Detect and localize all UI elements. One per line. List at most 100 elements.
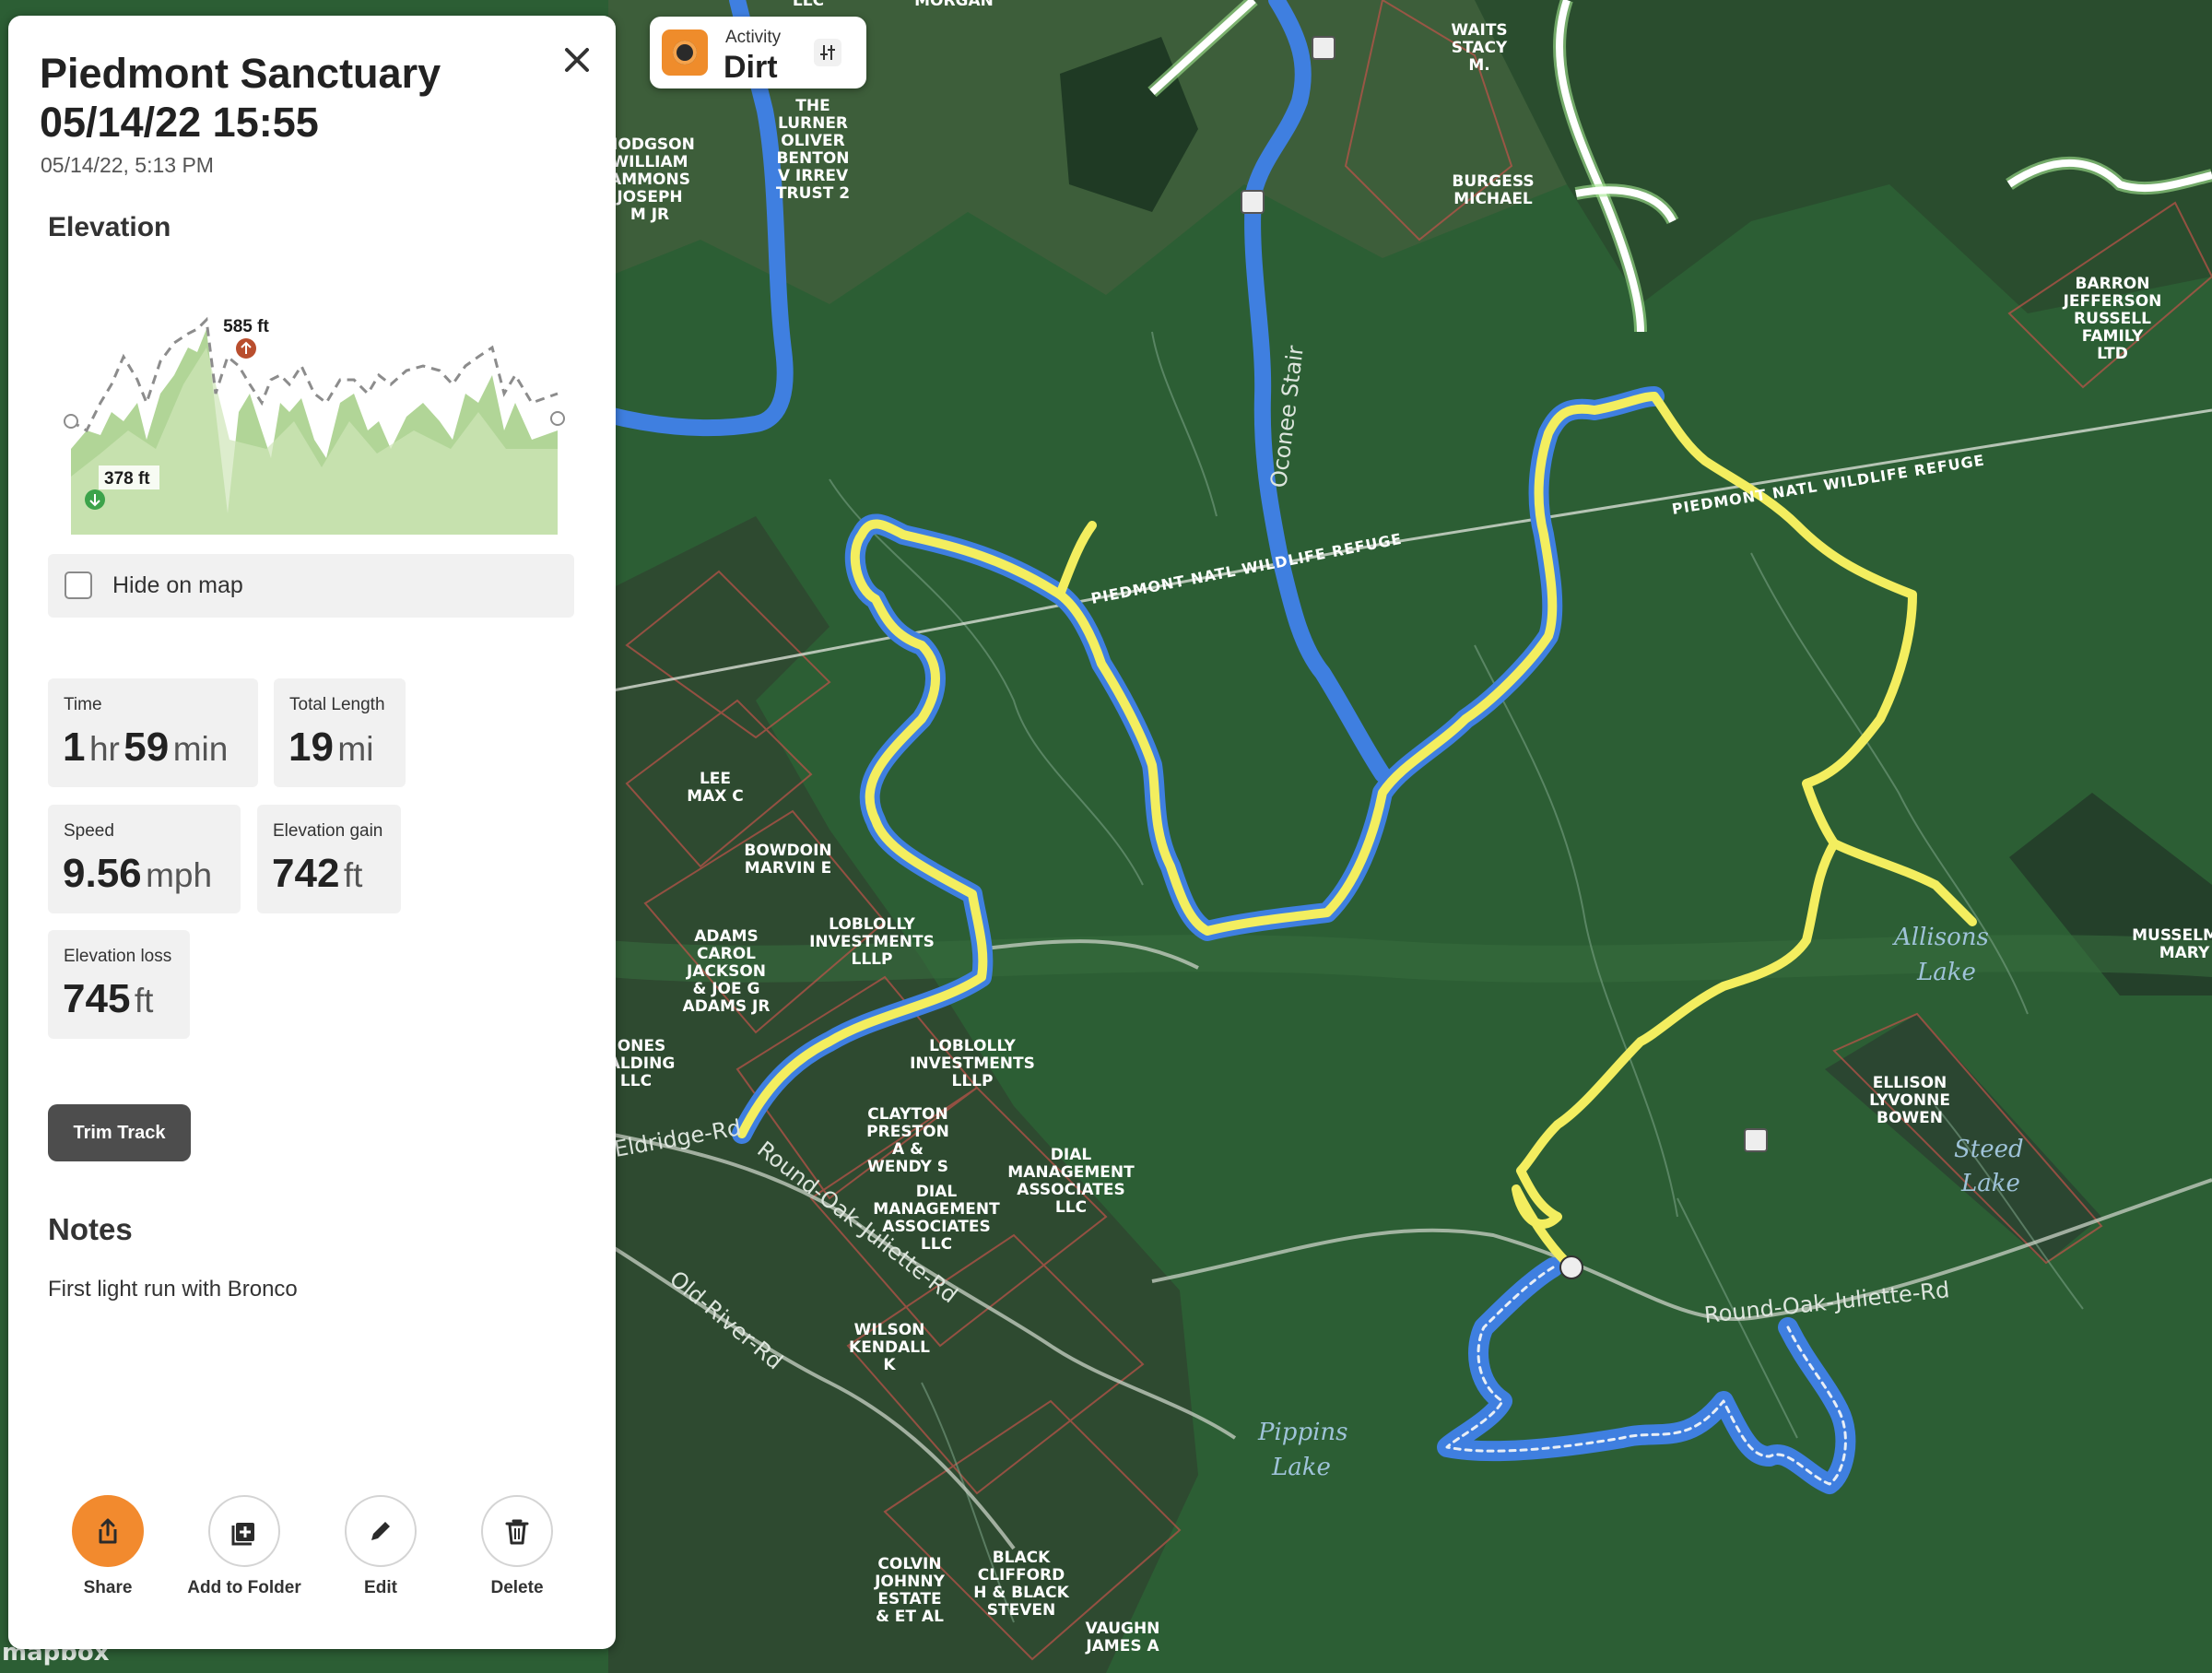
svg-text:MICHAEL: MICHAEL: [1453, 190, 1533, 208]
waypoint-marker[interactable]: [1744, 1128, 1768, 1152]
svg-text:CLAYTON: CLAYTON: [867, 1105, 947, 1124]
info-marker[interactable]: [1559, 1255, 1583, 1279]
adjust-icon[interactable]: [814, 39, 841, 66]
svg-text:CAROL: CAROL: [697, 945, 756, 963]
add-to-folder-icon: [208, 1495, 280, 1567]
svg-text:LOBLOLLY: LOBLOLLY: [929, 1037, 1016, 1055]
track-detail-panel: Piedmont Sanctuary 05/14/22 15:55 05/14/…: [8, 16, 616, 1649]
stat-elevation-gain-label: Elevation gain: [273, 821, 383, 841]
hide-on-map-toggle[interactable]: Hide on map: [48, 554, 574, 618]
svg-text:STACY: STACY: [1452, 39, 1508, 57]
svg-text:ASSOCIATES: ASSOCIATES: [882, 1218, 990, 1236]
trash-icon: [481, 1495, 553, 1567]
svg-text:H & BLACK: H & BLACK: [973, 1584, 1069, 1602]
svg-text:JOSEPH: JOSEPH: [616, 188, 682, 206]
svg-text:OLIVER: OLIVER: [781, 132, 844, 150]
stat-total-length-value: 19 mi: [288, 725, 373, 771]
stat-elevation-loss: Elevation loss 745 ft: [48, 930, 190, 1039]
svg-text:A &: A &: [892, 1140, 924, 1159]
stat-elevation-gain-value: 742 ft: [272, 851, 362, 897]
stat-speed-number: 9.56: [63, 851, 142, 896]
svg-text:K: K: [883, 1356, 896, 1374]
svg-text:Pippins: Pippins: [1257, 1419, 1348, 1446]
activity-label: Activity: [725, 28, 782, 47]
stat-speed: Speed 9.56 mph: [48, 805, 241, 913]
stat-speed-value: 9.56 mph: [63, 851, 212, 897]
svg-text:HODGSON: HODGSON: [605, 135, 695, 154]
stat-speed-label: Speed: [64, 821, 114, 841]
svg-text:LEE: LEE: [700, 770, 731, 788]
svg-text:PRESTON: PRESTON: [866, 1123, 949, 1141]
max-elevation-label: 585 ft: [223, 317, 269, 336]
elevation-profile-chart[interactable]: 585 ft 378 ft: [45, 292, 580, 550]
stat-total-length-number: 19: [288, 725, 334, 770]
svg-text:BENTON: BENTON: [776, 149, 849, 168]
activity-selector[interactable]: Activity Dirt: [650, 17, 866, 88]
svg-text:LLLP: LLLP: [952, 1072, 994, 1090]
svg-text:ELLISON: ELLISON: [1873, 1074, 1947, 1092]
stat-speed-unit: mph: [146, 856, 213, 894]
hide-on-map-checkbox[interactable]: [65, 571, 92, 599]
stat-elevation-gain-unit: ft: [343, 856, 363, 894]
pencil-icon: [345, 1495, 417, 1567]
svg-text:JAMES A: JAMES A: [1085, 1637, 1159, 1655]
activity-icon: [662, 29, 708, 76]
svg-text:JOHNNY: JOHNNY: [874, 1573, 945, 1591]
end-marker: [550, 411, 565, 426]
svg-text:LLC: LLC: [1055, 1198, 1087, 1217]
svg-text:BARRON: BARRON: [2076, 275, 2150, 293]
svg-text:M JR: M JR: [630, 206, 669, 224]
svg-text:LLC: LLC: [793, 0, 824, 10]
edit-button[interactable]: Edit: [321, 1495, 441, 1598]
waypoint-marker[interactable]: [1241, 190, 1265, 214]
notes-heading: Notes: [48, 1212, 133, 1246]
svg-text:LLLP: LLLP: [852, 950, 893, 969]
svg-text:BURGESS: BURGESS: [1452, 172, 1534, 191]
waypoint-marker[interactable]: [1312, 36, 1335, 60]
max-elevation-marker: [236, 338, 256, 359]
trim-track-button[interactable]: Trim Track: [48, 1104, 191, 1161]
svg-text:MAX C: MAX C: [687, 787, 744, 806]
svg-text:INVESTMENTS: INVESTMENTS: [910, 1054, 1035, 1073]
edit-label: Edit: [364, 1578, 397, 1597]
svg-text:AMMONS: AMMONS: [609, 171, 690, 189]
svg-text:INVESTMENTS: INVESTMENTS: [809, 933, 935, 951]
add-to-folder-button[interactable]: Add to Folder: [184, 1495, 304, 1598]
share-icon: [72, 1495, 144, 1567]
hide-on-map-label: Hide on map: [112, 572, 243, 598]
svg-text:V IRREV: V IRREV: [778, 167, 849, 185]
svg-text:MANAGEMENT: MANAGEMENT: [1007, 1163, 1135, 1182]
stat-elevation-loss-value: 745 ft: [63, 976, 153, 1022]
svg-text:MARVIN E: MARVIN E: [745, 859, 831, 878]
svg-text:M.: M.: [1468, 56, 1489, 75]
svg-text:ASSOCIATES: ASSOCIATES: [1017, 1181, 1124, 1199]
svg-text:BLACK: BLACK: [993, 1549, 1051, 1567]
close-button[interactable]: [559, 41, 595, 78]
svg-text:LLC: LLC: [620, 1072, 652, 1090]
svg-text:WAITS: WAITS: [1451, 21, 1507, 40]
svg-text:& ET AL: & ET AL: [876, 1608, 944, 1626]
stat-elevation-loss-label: Elevation loss: [64, 947, 172, 966]
delete-button[interactable]: Delete: [457, 1495, 577, 1598]
stat-time: Time 1 hr 59 min: [48, 678, 258, 787]
share-button[interactable]: Share: [48, 1495, 168, 1598]
svg-text:BOWEN: BOWEN: [1877, 1109, 1943, 1127]
svg-text:COLVIN: COLVIN: [877, 1555, 941, 1573]
svg-text:WILSON: WILSON: [854, 1321, 925, 1339]
svg-text:ADAMS JR: ADAMS JR: [683, 997, 771, 1016]
svg-text:THE: THE: [795, 97, 830, 115]
elevation-heading: Elevation: [48, 212, 171, 242]
min-elevation-marker: [85, 489, 105, 510]
stat-elevation-loss-unit: ft: [134, 982, 154, 1019]
svg-text:CLIFFORD: CLIFFORD: [978, 1566, 1065, 1585]
svg-text:MUSSELM: MUSSELM: [2132, 926, 2212, 945]
svg-text:LTD: LTD: [2097, 345, 2128, 363]
svg-text:WENDY S: WENDY S: [867, 1158, 948, 1176]
svg-text:JEFFERSON: JEFFERSON: [2063, 292, 2162, 311]
svg-text:WILLIAM: WILLIAM: [611, 153, 688, 171]
svg-text:ADAMS: ADAMS: [694, 927, 759, 946]
svg-text:JACKSON: JACKSON: [686, 962, 766, 981]
track-timestamp: 05/14/22, 5:13 PM: [41, 153, 214, 177]
min-elevation-label: 378 ft: [104, 469, 150, 489]
svg-text:FAMILY: FAMILY: [2082, 327, 2144, 346]
